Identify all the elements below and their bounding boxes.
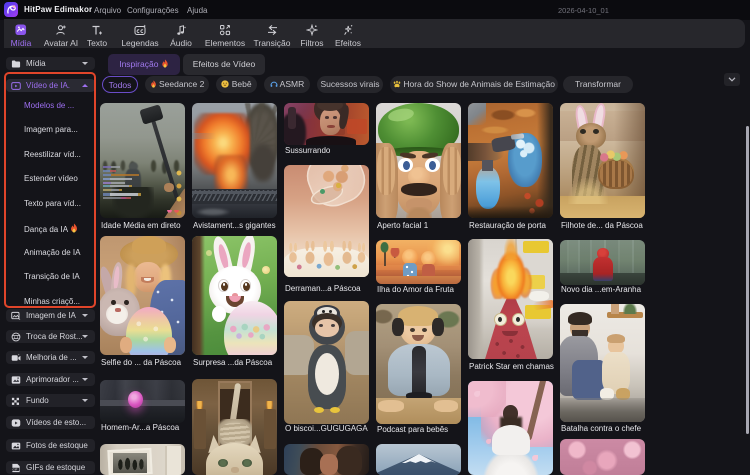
svg-text:GIF: GIF — [13, 467, 18, 471]
